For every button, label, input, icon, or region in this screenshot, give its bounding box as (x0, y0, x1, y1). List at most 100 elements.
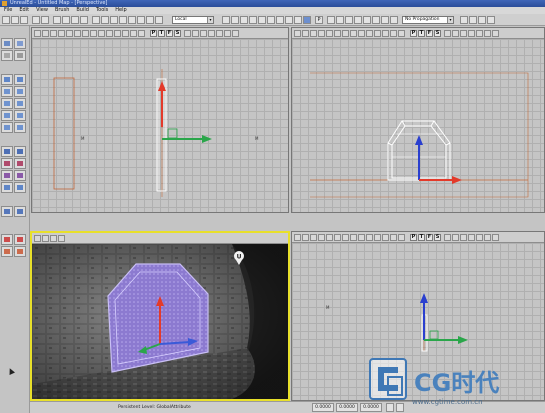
realtime-toggle-icon[interactable] (310, 30, 317, 37)
menu-build[interactable]: Build (76, 7, 89, 14)
viewport-options-icon[interactable] (294, 30, 301, 37)
linear-stair-icon[interactable] (1, 98, 13, 109)
lit-mode-icon[interactable] (350, 30, 357, 37)
viewport-perspective[interactable]: U (30, 231, 290, 401)
invert-selection-icon[interactable] (14, 206, 26, 217)
camera-icon[interactable] (155, 16, 163, 24)
screen-percent-icon[interactable] (224, 30, 231, 37)
view-top-button[interactable]: T (418, 30, 425, 37)
paste-icon[interactable] (80, 16, 88, 24)
fps-icon[interactable] (476, 234, 483, 241)
new-map-icon[interactable] (2, 16, 10, 24)
build-lighting-icon[interactable] (231, 16, 239, 24)
fps-icon[interactable] (216, 30, 223, 37)
csg-subtract-icon[interactable] (14, 146, 26, 157)
coordinate-system-dropdown[interactable]: Local ▾ (172, 16, 214, 24)
redo-icon[interactable] (41, 16, 49, 24)
wireframe-mode-icon[interactable] (74, 30, 81, 37)
view-side-button[interactable]: S (434, 30, 441, 37)
shader-complexity-icon[interactable] (390, 234, 397, 241)
curved-stair-icon[interactable] (14, 86, 26, 97)
texture-density-icon[interactable] (382, 30, 389, 37)
propagation-dropdown[interactable]: No Propagation ▾ (402, 16, 454, 24)
tetrahedron-brush-icon[interactable] (14, 122, 26, 133)
add-volume-icon[interactable] (1, 170, 13, 181)
cylinder-brush-icon[interactable] (1, 86, 13, 97)
csg-deintersect-icon[interactable] (14, 158, 26, 169)
grid-icon[interactable] (137, 16, 145, 24)
show-flags-icon[interactable] (452, 234, 459, 241)
clip-icon[interactable] (14, 234, 26, 245)
streaming-icon[interactable] (318, 234, 325, 241)
unlit-mode-icon[interactable] (342, 234, 349, 241)
view-perspective-button[interactable]: P (150, 30, 157, 37)
screen-percent-icon[interactable] (484, 234, 491, 241)
undo-icon[interactable] (32, 16, 40, 24)
light-complexity-icon[interactable] (114, 30, 121, 37)
menu-edit[interactable]: Edit (19, 7, 29, 14)
maximize-icon[interactable] (302, 30, 309, 37)
view-side-button[interactable]: S (434, 234, 441, 241)
groups-icon[interactable] (285, 16, 293, 24)
build-geometry-icon[interactable] (222, 16, 230, 24)
realtime-toggle-icon[interactable] (50, 30, 57, 37)
game-view-icon[interactable] (460, 234, 467, 241)
terrain-icon[interactable] (354, 16, 362, 24)
actor-classes-icon[interactable] (276, 16, 284, 24)
camera-speed-icon[interactable] (444, 30, 451, 37)
screen-percent-icon[interactable] (484, 30, 491, 37)
texture-density-icon[interactable] (122, 30, 129, 37)
build-paths-icon[interactable] (240, 16, 248, 24)
prefab-icon[interactable] (363, 16, 371, 24)
fps-icon[interactable] (476, 30, 483, 37)
toggle-grid-icon[interactable] (232, 30, 239, 37)
lit-mode-icon[interactable] (90, 30, 97, 37)
wireframe-icon[interactable] (390, 16, 398, 24)
detail-mode-icon[interactable] (358, 234, 365, 241)
show-flags-icon[interactable] (192, 30, 199, 37)
menu-view[interactable]: View (36, 7, 48, 14)
view-front-button[interactable]: F (426, 30, 433, 37)
maximize-icon[interactable] (42, 235, 49, 242)
view-front-button[interactable]: F (166, 30, 173, 37)
realtime-icon[interactable] (372, 16, 380, 24)
lightmap-density-icon[interactable] (398, 30, 405, 37)
p-toggle-button[interactable]: P (315, 16, 323, 24)
hide-selected-icon[interactable] (14, 182, 26, 193)
csg-intersect-icon[interactable] (1, 158, 13, 169)
lighting-only-mode-icon[interactable] (366, 234, 373, 241)
build-all-icon[interactable] (258, 16, 266, 24)
kismet-icon[interactable] (327, 16, 335, 24)
show-flags-icon[interactable] (452, 30, 459, 37)
toggle-grid-icon[interactable] (492, 30, 499, 37)
light-complexity-icon[interactable] (374, 234, 381, 241)
lock-icon[interactable] (326, 30, 333, 37)
viewport-options-icon[interactable] (34, 235, 41, 242)
find-icon[interactable] (92, 16, 100, 24)
viewport-options-icon[interactable] (34, 30, 41, 37)
view-top-button[interactable]: T (418, 234, 425, 241)
wireframe-mode-icon[interactable] (334, 234, 341, 241)
csg-add-icon[interactable] (1, 146, 13, 157)
realtime-toggle-icon[interactable] (310, 234, 317, 241)
open-map-icon[interactable] (11, 16, 19, 24)
matinee-icon[interactable] (336, 16, 344, 24)
unlit-mode-icon[interactable] (342, 30, 349, 37)
cinematic-preview-icon[interactable] (208, 30, 215, 37)
view-front-button[interactable]: F (426, 234, 433, 241)
detail-mode-icon[interactable] (358, 30, 365, 37)
add-special-icon[interactable] (14, 170, 26, 181)
sphere-brush-icon[interactable] (14, 110, 26, 121)
camera-speed-icon[interactable] (184, 30, 191, 37)
select-icon[interactable] (53, 16, 61, 24)
sheet-brush-icon[interactable] (1, 110, 13, 121)
lock-icon[interactable] (66, 30, 73, 37)
cone-brush-icon[interactable] (14, 74, 26, 85)
level-browser-icon[interactable] (294, 16, 302, 24)
lighting-only-mode-icon[interactable] (366, 30, 373, 37)
texture-density-icon[interactable] (382, 234, 389, 241)
streaming-icon[interactable] (58, 30, 65, 37)
unreal-frontend-icon[interactable] (487, 16, 495, 24)
streaming-icon[interactable] (58, 235, 65, 242)
texture-align-icon[interactable] (14, 50, 26, 61)
